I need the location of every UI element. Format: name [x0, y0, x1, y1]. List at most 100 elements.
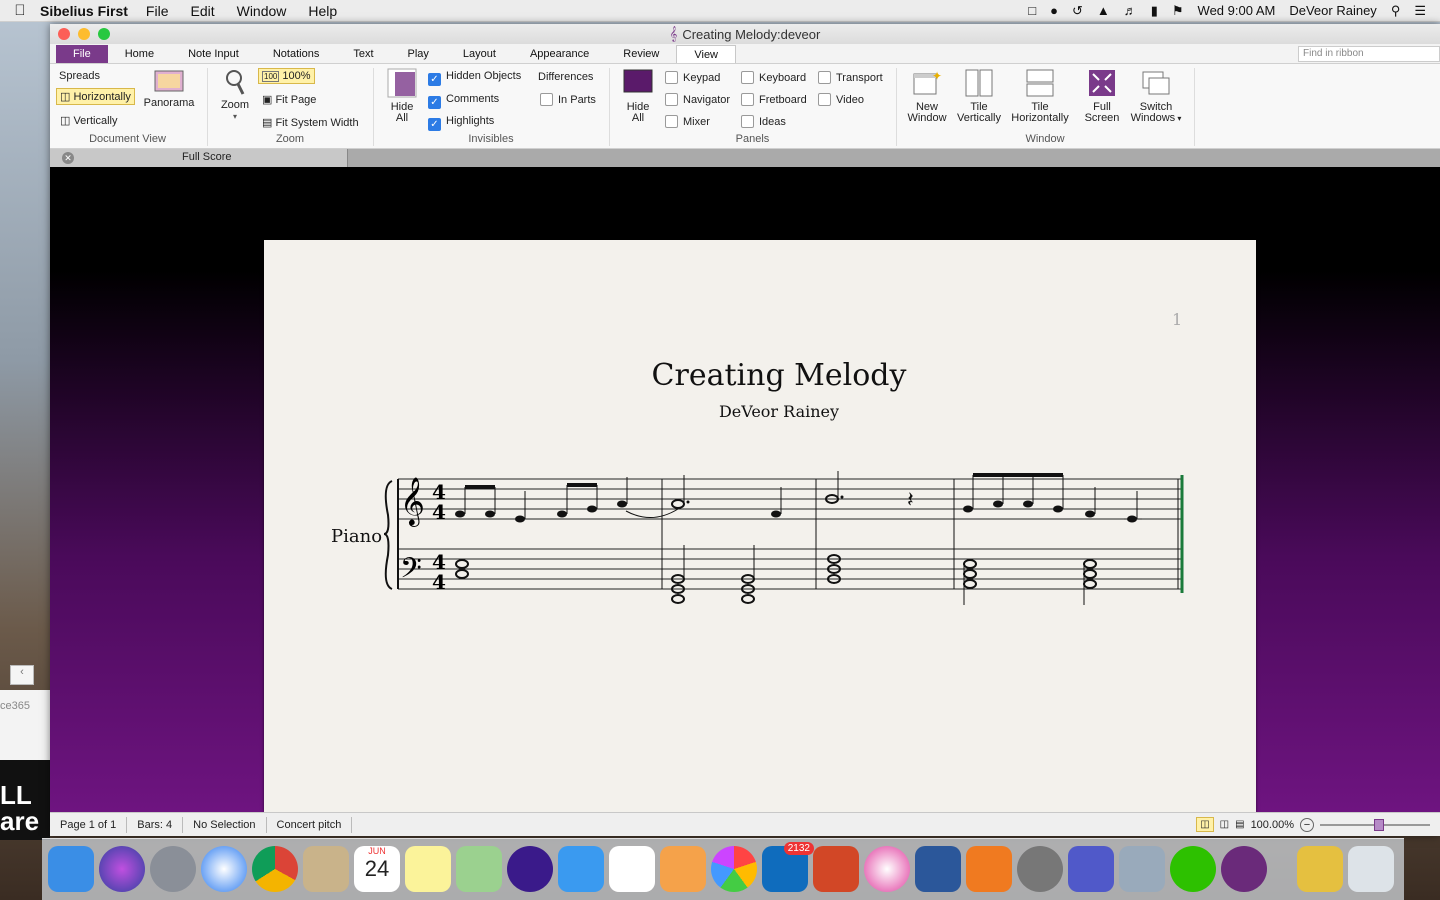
volume-icon[interactable]: ♬ [1124, 3, 1137, 18]
full-screen-button[interactable]: Full Screen [1078, 68, 1126, 124]
menu-help[interactable]: Help [308, 3, 337, 19]
hidden-objects-checkbox[interactable]: ✓ Hidden Objects [428, 70, 521, 86]
user-name[interactable]: DeVeor Rainey [1289, 3, 1376, 18]
chrome-icon[interactable] [252, 846, 298, 892]
zoom-window-button[interactable] [98, 28, 110, 40]
numbers-icon[interactable] [609, 846, 655, 892]
siri-icon[interactable] [99, 846, 145, 892]
zoom-slider[interactable] [1320, 818, 1430, 831]
clock-text[interactable]: Wed 9:00 AM [1198, 3, 1276, 18]
keyboard-checkbox[interactable]: Keyboard [741, 71, 806, 84]
panorama-button[interactable]: Panorama [142, 68, 196, 109]
time-machine-icon[interactable]: ↺ [1072, 3, 1083, 19]
trash-icon[interactable] [1348, 846, 1394, 892]
fit-system-width-button[interactable]: ▤ Fit System Width [262, 116, 359, 129]
vertically-button[interactable]: ◫ Vertically [60, 114, 117, 127]
teams-icon[interactable] [1068, 846, 1114, 892]
switch-windows-button[interactable]: Switch Windows ▾ [1126, 68, 1186, 124]
word-icon[interactable] [915, 846, 961, 892]
close-window-button[interactable] [58, 28, 70, 40]
menu-window[interactable]: Window [237, 3, 287, 19]
sibelius-icon[interactable] [1221, 846, 1267, 892]
tab-home[interactable]: Home [108, 45, 171, 63]
panorama-view-icon[interactable]: ▤ [1235, 819, 1244, 830]
search-icon[interactable]: ⚲ [1391, 3, 1401, 19]
wifi-icon[interactable]: ▲ [1097, 3, 1110, 18]
zoom-button[interactable]: Zoom ▾ [213, 68, 257, 122]
instrument-name[interactable]: Piano [331, 526, 382, 547]
books-icon[interactable] [966, 846, 1012, 892]
keypad-checkbox[interactable]: Keypad [665, 71, 720, 84]
invisibles-hide-all-button[interactable]: Hide All [380, 68, 424, 124]
zoom-100-button[interactable]: 100 100% [258, 68, 315, 84]
launchpad-icon[interactable] [150, 846, 196, 892]
wechat-status-icon[interactable]: ● [1050, 3, 1058, 18]
notification-icon[interactable]: □ [1028, 3, 1036, 18]
score-composer[interactable]: DeVeor Rainey [264, 402, 1294, 421]
spread-horizontal-view-icon[interactable]: ◫ [1196, 817, 1214, 832]
score-staves[interactable]: 𝄞 𝄢 4 4 4 4 𝄽 [382, 465, 1192, 610]
new-window-button[interactable]: ✦ New Window [902, 68, 952, 124]
navigator-checkbox[interactable]: Navigator [665, 93, 730, 106]
in-parts-checkbox[interactable]: In Parts [540, 93, 596, 106]
maps-icon[interactable] [456, 846, 502, 892]
fit-page-button[interactable]: ▣ Fit Page [262, 93, 316, 106]
powerpoint-icon[interactable] [813, 846, 859, 892]
preview-icon[interactable] [303, 846, 349, 892]
tab-note-input[interactable]: Note Input [171, 45, 256, 63]
transport-checkbox[interactable]: Transport [818, 71, 883, 84]
photos-icon[interactable] [711, 846, 757, 892]
menu-file[interactable]: File [146, 3, 169, 19]
wechat-icon[interactable] [1170, 846, 1216, 892]
mixer-checkbox[interactable]: Mixer [665, 115, 710, 128]
find-in-ribbon-input[interactable]: Find in ribbon [1298, 46, 1440, 62]
fretboard-checkbox[interactable]: Fretboard [741, 93, 807, 106]
tab-view[interactable]: View [676, 45, 737, 63]
apple-icon[interactable]:  [0, 2, 40, 19]
zoom-out-icon[interactable]: − [1300, 817, 1314, 832]
outlook-icon[interactable]: 2132 [762, 842, 814, 892]
system-preferences-icon[interactable] [1017, 846, 1063, 892]
panels-hide-all-button[interactable]: Hide All [616, 68, 660, 124]
pages-icon[interactable] [660, 846, 706, 892]
tile-vertically-button[interactable]: Tile Vertically [954, 68, 1004, 124]
comments-checkbox[interactable]: ✓ Comments [428, 93, 499, 109]
tab-notations[interactable]: Notations [256, 45, 336, 63]
battery-icon[interactable]: ▮ [1151, 3, 1158, 19]
audacity-icon[interactable] [507, 846, 553, 892]
keynote-icon[interactable] [558, 846, 604, 892]
spread-vertical-view-icon[interactable]: ◫ [1220, 819, 1229, 830]
itunes-icon[interactable] [864, 846, 910, 892]
calendar-icon[interactable]: JUN 24 [354, 846, 400, 892]
panorama-label: Panorama [143, 97, 195, 109]
image-capture-icon[interactable] [1119, 846, 1165, 892]
tab-appearance[interactable]: Appearance [513, 45, 606, 63]
score-page[interactable]: 1 Creating Melody DeVeor Rainey Piano 𝄞 [264, 240, 1256, 812]
tile-horizontally-button[interactable]: Tile Horizontally [1008, 68, 1072, 124]
close-tab-icon[interactable]: ✕ [62, 152, 74, 164]
tab-text[interactable]: Text [336, 45, 390, 63]
menu-app-name[interactable]: Sibelius First [40, 3, 128, 19]
flag-icon[interactable]: ⚑ [1172, 3, 1184, 19]
status-pitch[interactable]: Concert pitch [267, 816, 353, 833]
tab-review[interactable]: Review [606, 45, 676, 63]
score-title[interactable]: Creating Melody [264, 358, 1294, 393]
notes-icon[interactable] [405, 846, 451, 892]
highlights-checkbox[interactable]: ✓ Highlights [428, 115, 494, 131]
tab-layout[interactable]: Layout [446, 45, 513, 63]
documents-stack-icon[interactable] [1297, 846, 1343, 892]
list-icon[interactable]: ☰ [1414, 3, 1426, 19]
tab-full-score[interactable]: ✕ Full Score [50, 149, 348, 167]
ideas-checkbox[interactable]: Ideas [741, 115, 786, 128]
safari-icon[interactable] [201, 846, 247, 892]
tab-play[interactable]: Play [391, 45, 446, 63]
video-checkbox[interactable]: Video [818, 93, 864, 106]
horizontally-button[interactable]: ◫ Horizontally [56, 88, 135, 105]
zoom-slider-thumb[interactable] [1374, 818, 1384, 831]
finder-icon[interactable] [48, 846, 94, 892]
minimize-window-button[interactable] [78, 28, 90, 40]
score-canvas[interactable]: 1 Creating Melody DeVeor Rainey Piano 𝄞 [50, 175, 1440, 812]
menu-edit[interactable]: Edit [190, 3, 214, 19]
tab-file[interactable]: File [56, 45, 108, 63]
back-chevron-icon[interactable]: ‹ [10, 665, 34, 685]
